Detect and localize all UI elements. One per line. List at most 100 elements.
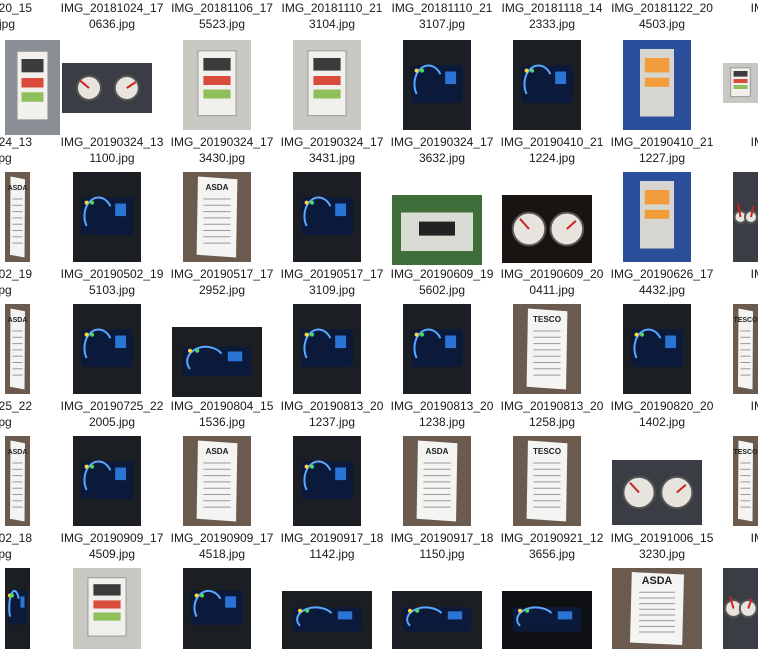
file-name-line: .jpg bbox=[0, 283, 12, 297]
file-name-line: 3430.jpg bbox=[198, 151, 246, 165]
file-name-line: 1536.jpg bbox=[198, 415, 246, 429]
svg-text:ASDA: ASDA bbox=[8, 185, 28, 192]
file-thumbnail[interactable]: ASDA bbox=[183, 436, 251, 526]
file-name-line: IMG_20191006_15 bbox=[610, 531, 714, 545]
file-thumbnail[interactable] bbox=[282, 591, 372, 649]
file-name-line: 4432.jpg bbox=[638, 283, 686, 297]
file-name-line: 1402.jpg bbox=[638, 415, 686, 429]
file-thumbnail[interactable] bbox=[73, 172, 141, 262]
file-thumbnail[interactable] bbox=[73, 436, 141, 526]
svg-text:ASDA: ASDA bbox=[8, 449, 28, 456]
file-thumbnail[interactable] bbox=[502, 195, 592, 263]
file-thumbnail[interactable]: TESCO bbox=[733, 304, 758, 394]
file-thumbnail[interactable] bbox=[733, 172, 758, 262]
file-thumbnail[interactable] bbox=[293, 436, 361, 526]
file-name-line: 4518.jpg bbox=[198, 547, 246, 561]
file-thumbnail[interactable] bbox=[723, 63, 758, 103]
file-name-line: IMG_20 bbox=[750, 135, 758, 149]
file-thumbnail[interactable] bbox=[183, 568, 251, 649]
file-name-line: 4503.jpg bbox=[638, 17, 686, 31]
file-name-line: 44 bbox=[717, 282, 758, 298]
file-thumbnail[interactable] bbox=[293, 40, 361, 130]
file-name-line: IMG_20 bbox=[750, 267, 758, 281]
file-name-line: 3104.jpg bbox=[308, 17, 356, 31]
file-name-line: 1150.jpg bbox=[419, 547, 465, 561]
file-name-line: 3230.jpg bbox=[638, 547, 686, 561]
file-thumbnail[interactable] bbox=[172, 327, 262, 397]
file-name-line: .jpg bbox=[0, 151, 12, 165]
file-thumbnail[interactable]: ASDA bbox=[5, 172, 30, 262]
file-name-line: IMG_20190813_20 bbox=[280, 399, 384, 413]
file-name-line: 1238.jpg bbox=[418, 415, 466, 429]
file-thumbnail[interactable] bbox=[403, 304, 471, 394]
file-name-line: 2952.jpg bbox=[198, 283, 246, 297]
file-name-line: 51 bbox=[717, 546, 758, 562]
file-name-line: 5602.jpg bbox=[418, 283, 466, 297]
svg-text:TESCO: TESCO bbox=[533, 447, 561, 456]
file-name-line: 14 bbox=[717, 414, 758, 430]
file-name-line: IMG_20190813_20 bbox=[500, 399, 604, 413]
file-thumbnail[interactable] bbox=[392, 195, 482, 265]
file-thumbnail[interactable]: ASDA bbox=[403, 436, 471, 526]
file-name-line: 1100.jpg bbox=[89, 151, 135, 165]
file-thumbnail[interactable]: ASDA bbox=[183, 172, 251, 262]
file-name-line: IMG_20 bbox=[750, 531, 758, 545]
file-thumbnail[interactable] bbox=[513, 40, 581, 130]
svg-text:ASDA: ASDA bbox=[642, 575, 673, 587]
svg-text:TESCO: TESCO bbox=[733, 317, 758, 324]
file-thumbnail[interactable] bbox=[723, 568, 758, 649]
file-name-line: 181020_15 bbox=[0, 1, 33, 15]
file-name-line: 13 bbox=[717, 16, 758, 32]
file-thumbnail[interactable]: ASDA bbox=[612, 568, 702, 649]
file-name-line: 3109.jpg bbox=[308, 283, 356, 297]
file-thumbnail[interactable]: ASDA bbox=[5, 436, 30, 526]
file-thumbnail[interactable]: TESCO bbox=[513, 304, 581, 394]
file-name-line: 1258.jpg bbox=[528, 415, 576, 429]
file-thumbnail[interactable] bbox=[623, 304, 691, 394]
file-name-line: IMG_20181110_21 bbox=[281, 1, 383, 15]
file-name-line: IMG_20181110_21 bbox=[391, 1, 493, 15]
file-thumbnail[interactable]: TESCO bbox=[733, 436, 758, 526]
file-name-line: 2333.jpg bbox=[528, 17, 576, 31]
file-name-line: IMG_20190909_17 bbox=[60, 531, 164, 545]
file-name-line: 1142.jpg bbox=[309, 547, 355, 561]
file-name-line: IMG_20 bbox=[750, 399, 758, 413]
file-name-line: 0411.jpg bbox=[529, 283, 575, 297]
file-thumbnail[interactable] bbox=[5, 568, 30, 649]
file-name-line: 3107.jpg bbox=[418, 17, 466, 31]
file-thumbnail[interactable] bbox=[623, 40, 691, 130]
file-thumbnail[interactable] bbox=[73, 568, 141, 649]
file-thumbnail[interactable]: TESCO bbox=[513, 436, 581, 526]
svg-text:TESCO: TESCO bbox=[733, 449, 758, 456]
file-thumbnail[interactable] bbox=[502, 591, 592, 649]
file-name-line: 3656.jpg bbox=[528, 547, 576, 561]
file-thumbnail[interactable] bbox=[623, 172, 691, 262]
file-name-line: 3431.jpg bbox=[308, 151, 356, 165]
file-name-line: IMG_20190626_17 bbox=[610, 267, 714, 281]
file-thumbnail[interactable] bbox=[293, 172, 361, 262]
file-name-line: IMG_20190324_13 bbox=[60, 135, 164, 149]
file-name-line: IMG_20190410_21 bbox=[500, 135, 604, 149]
file-thumbnail[interactable] bbox=[73, 304, 141, 394]
file-name-line: 5103.jpg bbox=[88, 283, 136, 297]
file-thumbnail[interactable] bbox=[612, 460, 702, 525]
file-name-line: IMG_20190410_21 bbox=[610, 135, 714, 149]
file-thumbnail[interactable] bbox=[5, 40, 60, 135]
file-name-line: IMG_20190502_19 bbox=[60, 267, 164, 281]
file-name-line: IMG_20181122_20 bbox=[611, 1, 713, 15]
file-name-line: 5523.jpg bbox=[198, 17, 246, 31]
file-thumbnail[interactable]: ASDA bbox=[5, 304, 30, 394]
file-name-line: 4509.jpg bbox=[88, 547, 136, 561]
file-thumbnail[interactable] bbox=[403, 40, 471, 130]
file-thumbnail[interactable] bbox=[293, 304, 361, 394]
file-thumbnail[interactable] bbox=[183, 40, 251, 130]
file-name-line: 7.jpg bbox=[0, 17, 16, 31]
file-thumbnail[interactable] bbox=[392, 591, 482, 649]
file-thumbnail[interactable] bbox=[62, 63, 152, 113]
svg-text:ASDA: ASDA bbox=[425, 447, 448, 456]
file-name-line: .jpg bbox=[0, 547, 12, 561]
file-name-line: IMG_20190517_17 bbox=[170, 267, 274, 281]
file-thumbnail-grid: 181020_15 7.jpg IMG_20181024_17 0636.jpg IMG… bbox=[0, 0, 758, 649]
svg-text:ASDA: ASDA bbox=[205, 447, 228, 456]
file-name-line: 190502_19 bbox=[0, 267, 33, 281]
